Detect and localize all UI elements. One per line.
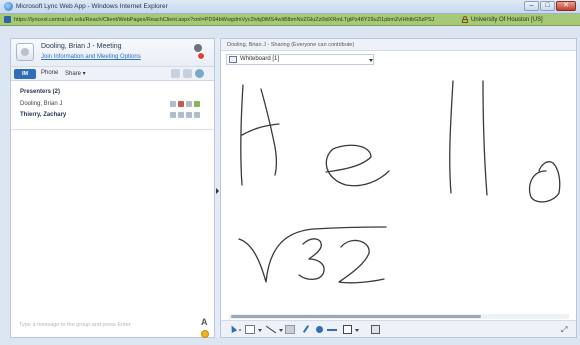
line-tool-icon[interactable] xyxy=(265,325,277,334)
font-button[interactable]: A xyxy=(201,317,208,327)
laser-pointer-icon[interactable] xyxy=(229,325,237,334)
ink-stroke-e xyxy=(325,144,390,187)
ink-stroke-l2 xyxy=(482,80,488,196)
whiteboard-drawing xyxy=(238,80,561,284)
ink-stroke-l1 xyxy=(449,80,454,194)
ink-stroke-radical xyxy=(238,226,387,283)
participant-name: Dooling, Brian J xyxy=(20,101,63,107)
chat-input[interactable]: Type a message to the group and press En… xyxy=(19,322,131,328)
audio-icon xyxy=(178,101,184,107)
emoticon-icon[interactable] xyxy=(201,330,209,338)
sharing-status-text: Dooling, Brian J - Sharing (Everyone can… xyxy=(227,42,355,48)
content-pane: Dooling, Brian J - Sharing (Everyone can… xyxy=(220,38,577,338)
pen-tool-icon[interactable] xyxy=(301,325,311,334)
chevron-down-icon xyxy=(369,59,373,62)
participants-icon[interactable] xyxy=(191,44,205,60)
close-button[interactable]: ✕ xyxy=(556,1,576,11)
window-title-bar: Microsoft Lync Web App - Windows Interne… xyxy=(0,0,580,14)
participant-row[interactable]: Thierry, Zachary xyxy=(20,112,210,121)
meeting-avatar-icon xyxy=(16,43,34,61)
participant-name: Thierry, Zachary xyxy=(20,112,67,118)
video-icon xyxy=(186,101,192,107)
tab-phone[interactable]: Phone xyxy=(41,70,58,76)
shape-tool-icon[interactable] xyxy=(343,325,352,334)
whiteboard-name: Whiteboard [1] xyxy=(240,56,280,62)
meeting-header: Dooling, Brian J - Meeting Join Informat… xyxy=(11,39,214,67)
join-information-link[interactable]: Join Information and Meeting Options xyxy=(41,54,141,60)
presence-icon[interactable] xyxy=(195,69,204,78)
whiteboard-canvas[interactable] xyxy=(221,67,576,312)
im-icon xyxy=(170,112,176,118)
tab-share[interactable]: Share ▾ xyxy=(65,70,86,77)
ink-stroke-2 xyxy=(338,239,385,284)
collapse-arrow-icon[interactable] xyxy=(216,188,219,194)
toolbar-separator xyxy=(239,329,241,331)
whiteboard-selector[interactable]: Whiteboard [1] xyxy=(226,54,374,65)
conversation-pane: Dooling, Brian J - Meeting Join Informat… xyxy=(10,38,215,338)
save-icon[interactable] xyxy=(371,325,380,334)
video-icon xyxy=(186,112,192,118)
participant-row[interactable]: Dooling, Brian J xyxy=(20,101,210,110)
tab-im[interactable]: IM xyxy=(14,69,36,79)
chevron-down-icon[interactable] xyxy=(279,329,283,332)
participant-actions-icon[interactable] xyxy=(171,69,180,78)
participant-status-icons xyxy=(170,112,200,118)
ink-stroke-o xyxy=(528,161,561,203)
ink-stroke-h-crossbar xyxy=(241,123,280,136)
highlighter-icon[interactable] xyxy=(285,325,295,334)
maximize-button[interactable]: □ xyxy=(540,1,555,11)
divider xyxy=(11,129,214,130)
chevron-down-icon[interactable] xyxy=(258,329,262,332)
line-thickness-icon[interactable] xyxy=(327,329,337,331)
ink-stroke-3 xyxy=(298,238,325,281)
participant-status-icons xyxy=(170,101,200,107)
internet-explorer-icon xyxy=(4,2,13,11)
url-text[interactable]: https://lyncext.central.uh.edu/Reach/Cli… xyxy=(14,16,454,24)
ink-stroke-h-right xyxy=(260,88,278,176)
whiteboard-toolbar: ⤢ xyxy=(221,320,576,337)
conversation-toolbar-icons xyxy=(171,69,204,78)
window-controls: – □ ✕ xyxy=(524,1,576,11)
whiteboard-icon xyxy=(229,56,237,63)
scrollbar-thumb[interactable] xyxy=(231,315,481,318)
lock-icon[interactable] xyxy=(462,16,468,23)
expand-icon[interactable]: ⤢ xyxy=(561,325,570,334)
certificate-label[interactable]: University Of Houston [US] xyxy=(471,16,543,24)
im-icon xyxy=(170,101,176,107)
chevron-down-icon[interactable] xyxy=(355,329,359,332)
horizontal-scrollbar[interactable] xyxy=(229,314,569,319)
window-title: Microsoft Lync Web App - Windows Interne… xyxy=(16,3,168,10)
modality-tabs: IM Phone Share ▾ xyxy=(11,67,214,81)
sharing-icon xyxy=(194,112,200,118)
site-favicon-icon xyxy=(4,16,11,23)
sharing-status-bar: Dooling, Brian J - Sharing (Everyone can… xyxy=(221,39,576,51)
minimize-button[interactable]: – xyxy=(524,1,539,11)
address-bar[interactable]: https://lyncext.central.uh.edu/Reach/Cli… xyxy=(0,14,580,26)
meeting-title: Dooling, Brian J - Meeting xyxy=(41,43,122,50)
audio-icon xyxy=(178,112,184,118)
lock-meeting-icon[interactable] xyxy=(183,69,192,78)
sharing-icon xyxy=(194,101,200,107)
presenters-group-label[interactable]: Presenters (2) xyxy=(20,89,60,95)
color-picker-icon[interactable] xyxy=(316,326,323,333)
select-tool-icon[interactable] xyxy=(245,325,255,334)
